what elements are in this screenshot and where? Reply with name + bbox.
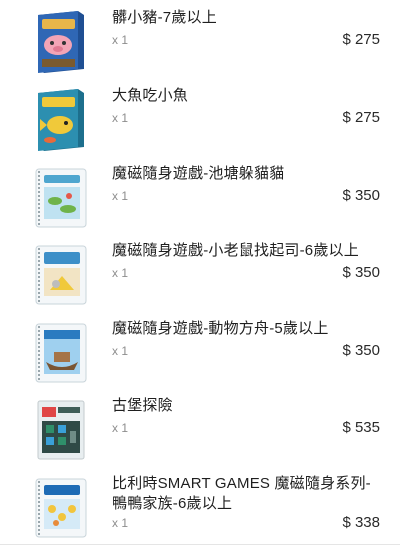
cart-item[interactable]: 魔磁隨身遊戲-動物方舟-5歲以上 x 1 $ 350	[0, 315, 400, 392]
cart-item[interactable]: 古堡探險 x 1 $ 535	[0, 392, 400, 469]
product-image-big-fish[interactable]	[28, 85, 92, 153]
cart-item[interactable]: 髒小豬-7歲以上 x 1 $ 275	[0, 4, 400, 81]
product-quantity: x 1	[112, 189, 129, 203]
list-divider	[0, 544, 400, 545]
product-quantity: x 1	[112, 421, 129, 435]
product-name: 髒小豬-7歲以上	[112, 9, 217, 26]
product-price: $ 275	[342, 31, 380, 48]
cart-item-list: 髒小豬-7歲以上 x 1 $ 275 大魚吃小魚 x 1 $ 275 魔磁隨身遊…	[0, 0, 400, 547]
product-quantity: x 1	[112, 344, 129, 358]
product-quantity: x 1	[112, 111, 129, 125]
product-name: 魔磁隨身遊戲-小老鼠找起司-6歲以上	[112, 242, 359, 259]
cart-item[interactable]: 比利時SMART GAMES 魔磁隨身系列-鴨鴨家族-6歲以上 x 1 $ 33…	[0, 470, 400, 547]
cart-item[interactable]: 魔磁隨身遊戲-池塘躲貓貓 x 1 $ 350	[0, 160, 400, 237]
product-price: $ 350	[342, 264, 380, 281]
cart-item[interactable]: 大魚吃小魚 x 1 $ 275	[0, 82, 400, 159]
product-image-noahs-ark[interactable]	[28, 318, 92, 386]
product-name: 比利時SMART GAMES 魔磁隨身系列-鴨鴨家族-6歲以上	[112, 475, 371, 512]
product-image-brain-cheeser[interactable]	[28, 240, 92, 308]
product-name: 魔磁隨身遊戲-動物方舟-5歲以上	[112, 320, 329, 337]
product-name: 大魚吃小魚	[112, 87, 189, 104]
product-image-castle-explore[interactable]	[28, 395, 92, 463]
product-quantity: x 1	[112, 266, 129, 280]
product-price: $ 350	[342, 342, 380, 359]
product-price: $ 350	[342, 187, 380, 204]
product-price: $ 338	[342, 514, 380, 531]
product-name: 古堡探險	[112, 397, 173, 414]
cart-item[interactable]: 魔磁隨身遊戲-小老鼠找起司-6歲以上 x 1 $ 350	[0, 237, 400, 314]
product-name: 魔磁隨身遊戲-池塘躲貓貓	[112, 165, 285, 182]
product-quantity: x 1	[112, 516, 129, 530]
product-price: $ 275	[342, 109, 380, 126]
product-image-deduction[interactable]	[28, 473, 92, 541]
product-image-dirty-pig[interactable]	[28, 7, 92, 75]
product-price: $ 535	[342, 419, 380, 436]
product-image-pond-hide-seek[interactable]	[28, 163, 92, 231]
product-quantity: x 1	[112, 33, 129, 47]
